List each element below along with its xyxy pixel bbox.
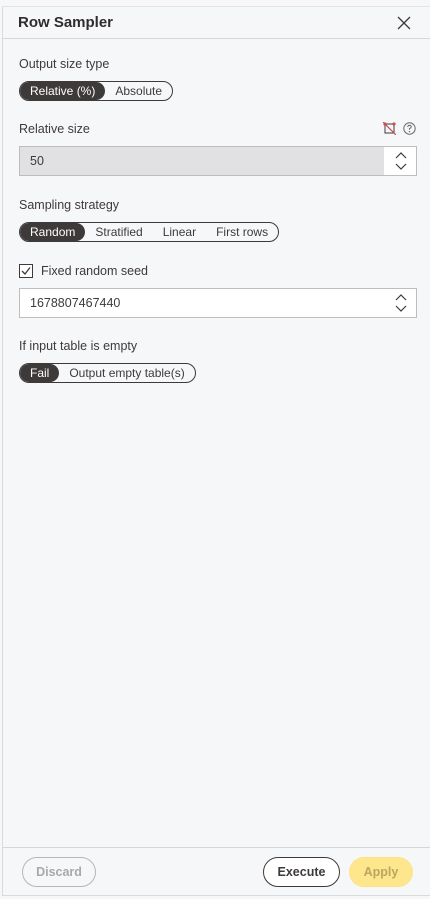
output-size-type-toggle: Relative (%) Absolute [19, 81, 174, 101]
discard-button[interactable]: Discard [22, 857, 96, 887]
row-sampler-panel: Row Sampler Output size type Relative (%… [2, 6, 430, 896]
flow-variable-icon[interactable] [383, 122, 396, 135]
option-stratified[interactable]: Stratified [85, 223, 152, 241]
relative-size-label: Relative size [19, 122, 90, 136]
fixed-seed-row: Fixed random seed [19, 263, 148, 279]
relative-size-value[interactable]: 50 [20, 147, 384, 175]
empty-table-label: If input table is empty [19, 339, 138, 353]
close-icon[interactable] [397, 16, 411, 30]
sampling-strategy-toggle: Random Stratified Linear First rows [19, 222, 280, 242]
output-size-type-label: Output size type [19, 57, 110, 71]
chevron-down-icon[interactable] [395, 304, 407, 314]
option-random[interactable]: Random [20, 223, 86, 241]
relative-size-input[interactable]: 50 [19, 146, 417, 176]
option-fail[interactable]: Fail [20, 364, 60, 382]
option-relative[interactable]: Relative (%) [20, 82, 106, 100]
seed-input[interactable]: 1678807467440 [19, 288, 417, 318]
chevron-down-icon[interactable] [395, 162, 407, 172]
option-first-rows[interactable]: First rows [206, 223, 278, 241]
seed-spinner [384, 289, 416, 317]
panel-footer: Discard Execute Apply [3, 847, 430, 897]
empty-table-toggle: Fail Output empty table(s) [19, 363, 196, 383]
fixed-seed-label: Fixed random seed [41, 264, 149, 278]
option-absolute[interactable]: Absolute [105, 82, 172, 100]
chevron-up-icon[interactable] [395, 150, 407, 160]
seed-value[interactable]: 1678807467440 [20, 289, 384, 317]
option-output-empty-table[interactable]: Output empty table(s) [59, 364, 194, 382]
chevron-up-icon[interactable] [395, 292, 407, 302]
apply-button[interactable]: Apply [349, 857, 413, 887]
panel-title: Row Sampler [18, 14, 114, 31]
sampling-strategy-label: Sampling strategy [19, 198, 120, 212]
execute-button[interactable]: Execute [263, 857, 340, 887]
panel-header: Row Sampler [3, 7, 430, 39]
relative-size-spinner [384, 147, 416, 175]
option-linear[interactable]: Linear [153, 223, 206, 241]
checkmark-icon [21, 267, 31, 275]
help-icon[interactable] [403, 122, 416, 135]
fixed-seed-checkbox[interactable] [19, 264, 33, 278]
